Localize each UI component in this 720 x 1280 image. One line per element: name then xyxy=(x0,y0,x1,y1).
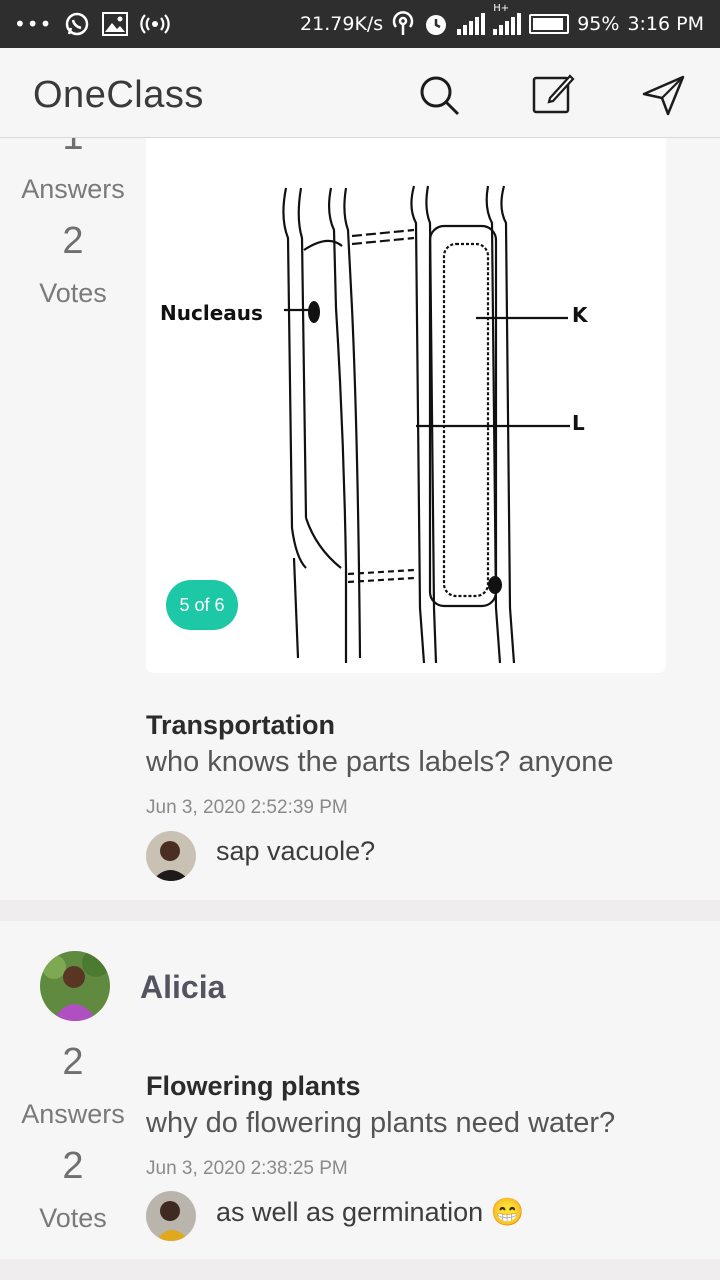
status-bar: ••• 21.79K/s H+ 95% 3:16 PM xyxy=(0,0,720,48)
question-text: why do flowering plants need water? xyxy=(146,1107,616,1139)
votes-label: Votes xyxy=(39,1203,107,1233)
diagram-label-k: K xyxy=(572,303,589,327)
question-timestamp: Jun 3, 2020 2:38:25 PM xyxy=(146,1158,348,1179)
answers-count: 2 xyxy=(62,1041,84,1083)
app-title: OneClass xyxy=(33,74,204,116)
question-subject: Flowering plants xyxy=(146,1071,361,1101)
search-icon[interactable] xyxy=(416,72,462,118)
question-card[interactable]: Alicia 2 Answers 2 Votes Flowering plant… xyxy=(0,921,720,1259)
answers-label: Answers xyxy=(21,1099,125,1129)
diagram-label-l: L xyxy=(572,411,585,435)
question-card[interactable]: 1 Answers 2 Votes xyxy=(0,116,720,900)
signal-icon xyxy=(493,13,522,35)
hotspot-icon xyxy=(140,14,171,34)
more-dots-icon: ••• xyxy=(14,12,53,36)
avatar[interactable] xyxy=(40,951,110,1021)
network-speed: 21.79K/s xyxy=(300,13,384,35)
image-page-indicator: 5 of 6 xyxy=(166,580,238,630)
gallery-icon xyxy=(102,12,129,36)
question-subject: Transportation xyxy=(146,710,336,740)
avatar xyxy=(146,1191,196,1241)
network-type: H+ xyxy=(493,3,510,14)
question-text: who knows the parts labels? anyone xyxy=(146,746,614,778)
battery-level: 95% xyxy=(577,13,620,35)
compose-icon[interactable] xyxy=(530,72,576,118)
nfc-icon xyxy=(393,11,414,35)
votes-label: Votes xyxy=(39,278,107,308)
votes-count: 2 xyxy=(62,220,84,262)
author-name[interactable]: Alicia xyxy=(140,969,225,1006)
latest-reply: as well as germination 😁 xyxy=(216,1197,525,1227)
latest-reply: sap vacuole? xyxy=(216,836,376,866)
question-timestamp: Jun 3, 2020 2:52:39 PM xyxy=(146,797,348,818)
send-icon[interactable] xyxy=(640,72,686,118)
battery-icon xyxy=(529,14,570,34)
whatsapp-icon xyxy=(66,12,89,36)
signal-icon xyxy=(457,13,486,35)
clock: 3:16 PM xyxy=(627,13,704,35)
diagram-label-nucleus: Nucleaus xyxy=(160,301,263,325)
alarm-icon xyxy=(426,15,447,35)
answers-label: Answers xyxy=(21,174,125,204)
avatar xyxy=(146,831,196,881)
app-bar: OneClass xyxy=(0,48,720,138)
votes-count: 2 xyxy=(62,1145,84,1187)
question-image[interactable]: Nucleaus K L 5 of 6 xyxy=(146,138,666,673)
